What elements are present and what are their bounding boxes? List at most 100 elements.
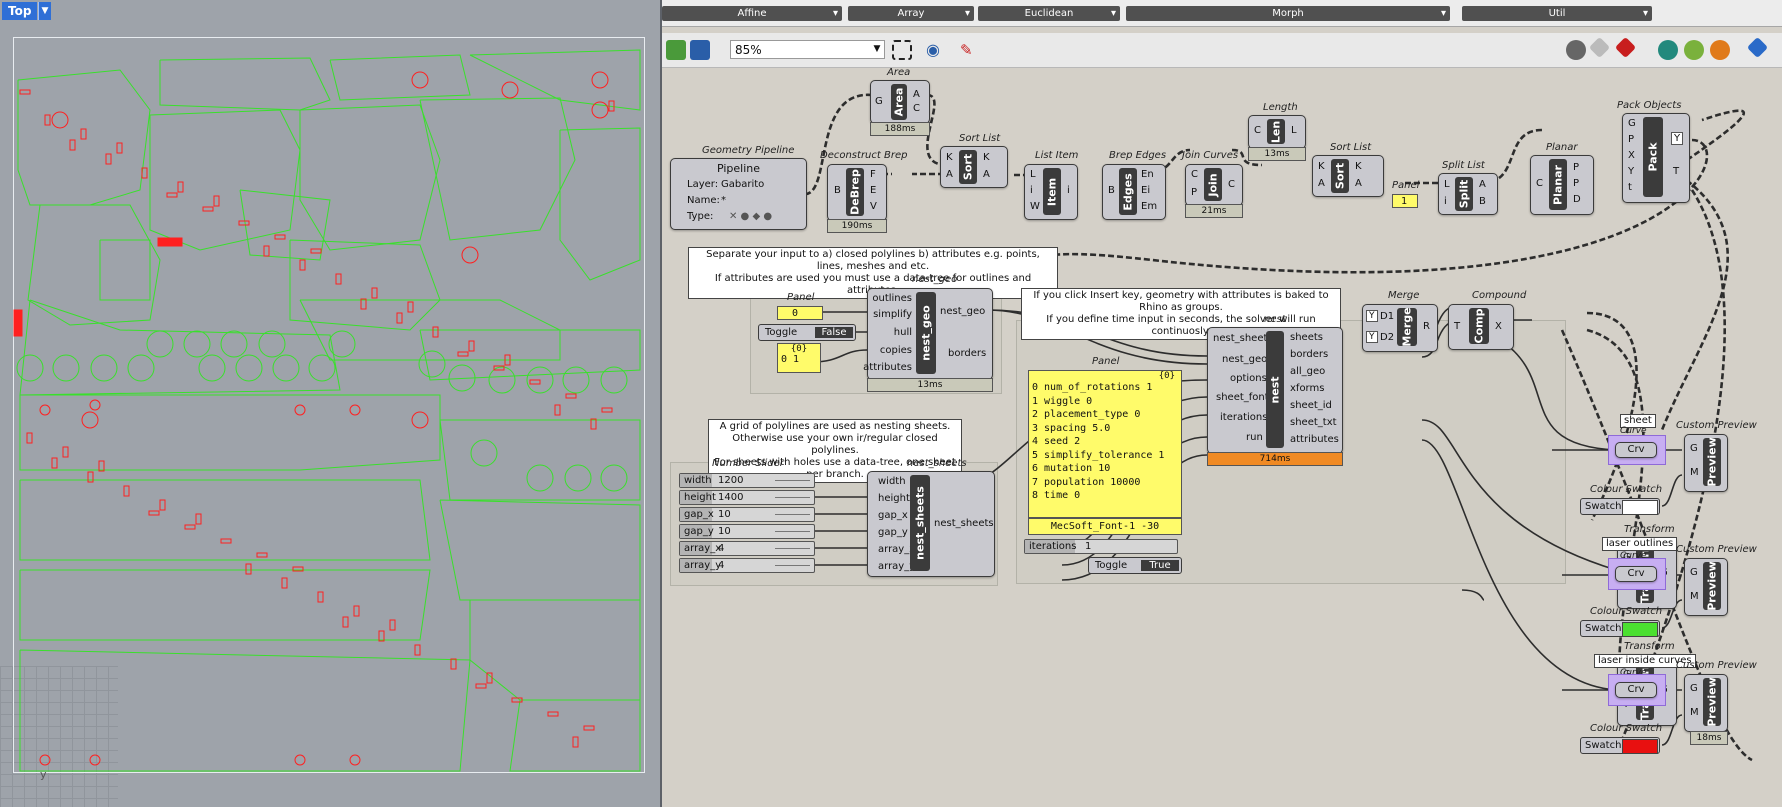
nestsheets-input-gap-y[interactable]: gap_y (878, 527, 908, 538)
nestgeo-input-outlines[interactable]: outlines (872, 293, 912, 304)
toggle-value[interactable]: True (1141, 560, 1179, 571)
slider-array-y[interactable]: array_y 4 (679, 558, 815, 573)
preview2-component[interactable]: G M Preview (1684, 558, 1728, 616)
nestsheets-input-height[interactable]: height (878, 493, 910, 504)
nest-input-iterations[interactable]: iterations (1220, 412, 1267, 423)
planar-component[interactable]: C Planar P P D (1530, 155, 1594, 215)
nestgeo-input-simplify[interactable]: simplify (873, 309, 912, 320)
deconstruct-input-b[interactable]: B (834, 185, 841, 196)
sort1-output-a[interactable]: A (983, 169, 990, 180)
nestsheets-output[interactable]: nest_sheets (934, 518, 994, 529)
nestsheets-component[interactable]: width height gap_x gap_y array_x array_y… (867, 471, 995, 577)
curve1-param[interactable]: Crv (1608, 435, 1666, 465)
brepedges-output-em[interactable]: Em (1141, 201, 1157, 212)
nestsheets-input-gap-x[interactable]: gap_x (878, 510, 908, 521)
nestsheets-input-width[interactable]: width (878, 476, 906, 487)
nestgeo-output-nest-geo[interactable]: nest_geo (940, 306, 985, 317)
planar-output-p2[interactable]: P (1573, 178, 1579, 189)
area-component[interactable]: G Area A C (870, 80, 930, 124)
preview3-component[interactable]: G M Preview (1684, 674, 1728, 732)
deconstruct-output-e[interactable]: E (870, 185, 876, 196)
sort1-output-k[interactable]: K (983, 152, 990, 163)
length-output-l[interactable]: L (1291, 125, 1297, 136)
brepedges-output-en[interactable]: En (1141, 169, 1154, 180)
length-input-c[interactable]: C (1254, 125, 1261, 136)
deconstruct-output-f[interactable]: F (870, 169, 876, 180)
nest-output-attributes[interactable]: attributes (1290, 434, 1339, 445)
options-panel[interactable]: {0} 0 num_of_rotations 1 1 wiggle 0 2 pl… (1028, 370, 1182, 518)
compound-component[interactable]: T Comp X (1448, 304, 1514, 350)
joincurves-input-p[interactable]: P (1191, 187, 1197, 198)
nestgeo-input-copies[interactable]: copies (880, 345, 912, 356)
joincurves-component[interactable]: C P Join C (1185, 164, 1243, 206)
nest-input-sheet-font[interactable]: sheet_font (1216, 392, 1269, 403)
brepedges-output-ei[interactable]: Ei (1141, 185, 1150, 196)
pack-input-t[interactable]: t (1628, 182, 1632, 193)
preview1-input-m[interactable]: M (1690, 467, 1699, 478)
splitlist-output-a[interactable]: A (1479, 179, 1486, 190)
curve3-core[interactable]: Crv (1615, 682, 1657, 698)
nest-output-sheet-id[interactable]: sheet_id (1290, 400, 1332, 411)
panel-small[interactable]: 1 (1392, 194, 1418, 208)
curve2-core[interactable]: Crv (1615, 566, 1657, 582)
nestgeo-input-hull[interactable]: hull (894, 327, 912, 338)
merge-input-d1[interactable]: D1 (1380, 311, 1394, 322)
pack-output-t[interactable]: T (1673, 166, 1679, 177)
deconstruct-output-v[interactable]: V (870, 201, 877, 212)
swatch-color[interactable] (1622, 739, 1658, 754)
swatch-color[interactable] (1622, 622, 1658, 637)
toggle-true[interactable]: Toggle True (1088, 557, 1182, 574)
toggle-value[interactable]: False (815, 327, 853, 338)
slider-array-x[interactable]: array_x 4 (679, 541, 815, 556)
pipeline-component[interactable]: Pipeline Layer: Gabarito Name: * Type: ✕… (670, 158, 807, 230)
grasshopper-canvas[interactable]: Affine ▾ Array ▾ Euclidean ▾ Morph ▾ Util ▾ 8… (662, 0, 1782, 807)
pack-input-y[interactable]: Y (1628, 166, 1634, 177)
swatch1[interactable]: Swatch (1580, 498, 1660, 515)
pack-input-p[interactable]: P (1628, 134, 1634, 145)
splitlist-input-i[interactable]: i (1444, 196, 1447, 207)
sort2-output-a[interactable]: A (1355, 178, 1362, 189)
nestgeo-input-attributes[interactable]: attributes (863, 362, 912, 373)
font-panel[interactable]: MecSoft_Font-1 -30 (1028, 518, 1182, 535)
curve1-core[interactable]: Crv (1615, 442, 1657, 458)
nest-input-run[interactable]: run (1246, 432, 1263, 443)
sort2-component[interactable]: K A Sort K A (1312, 155, 1384, 197)
planar-output-p1[interactable]: P (1573, 162, 1579, 173)
listitem-component[interactable]: L i W Item i (1024, 164, 1078, 220)
swatch-color[interactable] (1622, 500, 1658, 515)
curve2-param[interactable]: Crv (1608, 558, 1666, 590)
splitlist-output-b[interactable]: B (1479, 196, 1486, 207)
nest-output-borders[interactable]: borders (1290, 349, 1328, 360)
chevron-down-icon[interactable]: ▼ (38, 2, 51, 20)
swatch3[interactable]: Swatch (1580, 737, 1660, 754)
listitem-input-l[interactable]: L (1030, 169, 1036, 180)
curve3-param[interactable]: Crv (1608, 674, 1666, 706)
slider-width[interactable]: width 1200 (679, 473, 815, 488)
merge-input-d2[interactable]: D2 (1380, 332, 1394, 343)
preview1-input-g[interactable]: G (1690, 443, 1698, 454)
slider-gap-x[interactable]: gap_x 10 (679, 507, 815, 522)
joincurves-input-c[interactable]: C (1191, 169, 1198, 180)
pack-input-x[interactable]: X (1628, 150, 1635, 161)
merge-component[interactable]: Y Y D1 D2 Merge R (1362, 304, 1438, 352)
area-input-g[interactable]: G (875, 96, 883, 107)
preview3-input-g[interactable]: G (1690, 683, 1698, 694)
brepedges-component[interactable]: B Edges En Ei Em (1102, 164, 1166, 220)
splitlist-input-l[interactable]: L (1444, 179, 1450, 190)
merge-output-r[interactable]: R (1423, 321, 1430, 332)
toggle-false[interactable]: Toggle False (758, 324, 856, 341)
nest-output-sheets[interactable]: sheets (1290, 332, 1323, 343)
brepedges-input-b[interactable]: B (1108, 185, 1115, 196)
nest-component[interactable]: nest_sheets nest_geo options sheet_font … (1207, 327, 1343, 454)
viewport-title-tab[interactable]: Top (2, 2, 38, 20)
sort2-output-k[interactable]: K (1355, 161, 1362, 172)
planar-output-d[interactable]: D (1573, 194, 1581, 205)
area-output-a[interactable]: A (913, 89, 920, 100)
preview1-component[interactable]: G M Preview (1684, 434, 1728, 492)
sort1-component[interactable]: K A Sort K A (940, 146, 1008, 188)
nest-input-options[interactable]: options (1230, 373, 1267, 384)
rhino-viewport[interactable]: Top ▼ y (0, 0, 660, 807)
nest-output-sheet-txt[interactable]: sheet_txt (1290, 417, 1337, 428)
compound-output-x[interactable]: X (1495, 321, 1502, 332)
sort1-input-a[interactable]: A (946, 169, 953, 180)
